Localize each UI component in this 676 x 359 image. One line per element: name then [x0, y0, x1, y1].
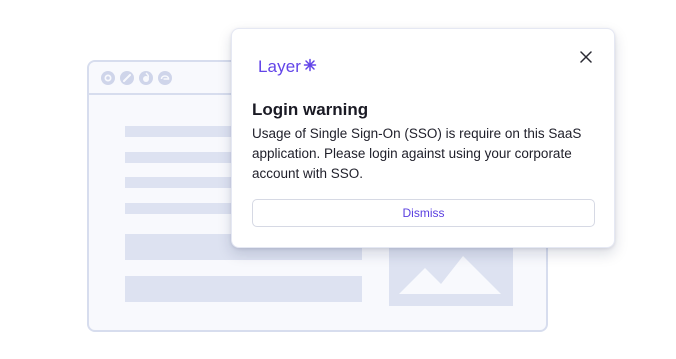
login-warning-dialog: Layer Login warning Usage of Single Sign… — [231, 28, 615, 248]
sparkle-icon — [303, 58, 317, 77]
close-icon — [580, 51, 592, 63]
browser-icon-d — [158, 71, 172, 85]
stage: Layer Login warning Usage of Single Sign… — [0, 0, 676, 359]
dismiss-button[interactable]: Dismiss — [252, 199, 595, 227]
placeholder-block — [125, 276, 362, 302]
browser-icon-a — [101, 71, 115, 85]
browser-icon-b — [120, 71, 134, 85]
close-button[interactable] — [576, 47, 596, 67]
browser-icon-c — [139, 71, 153, 85]
dialog-title: Login warning — [252, 100, 369, 119]
brand-logo: Layer — [258, 57, 317, 77]
brand-name: Layer — [258, 57, 302, 76]
dialog-message: Usage of Single Sign-On (SSO) is require… — [252, 126, 582, 181]
